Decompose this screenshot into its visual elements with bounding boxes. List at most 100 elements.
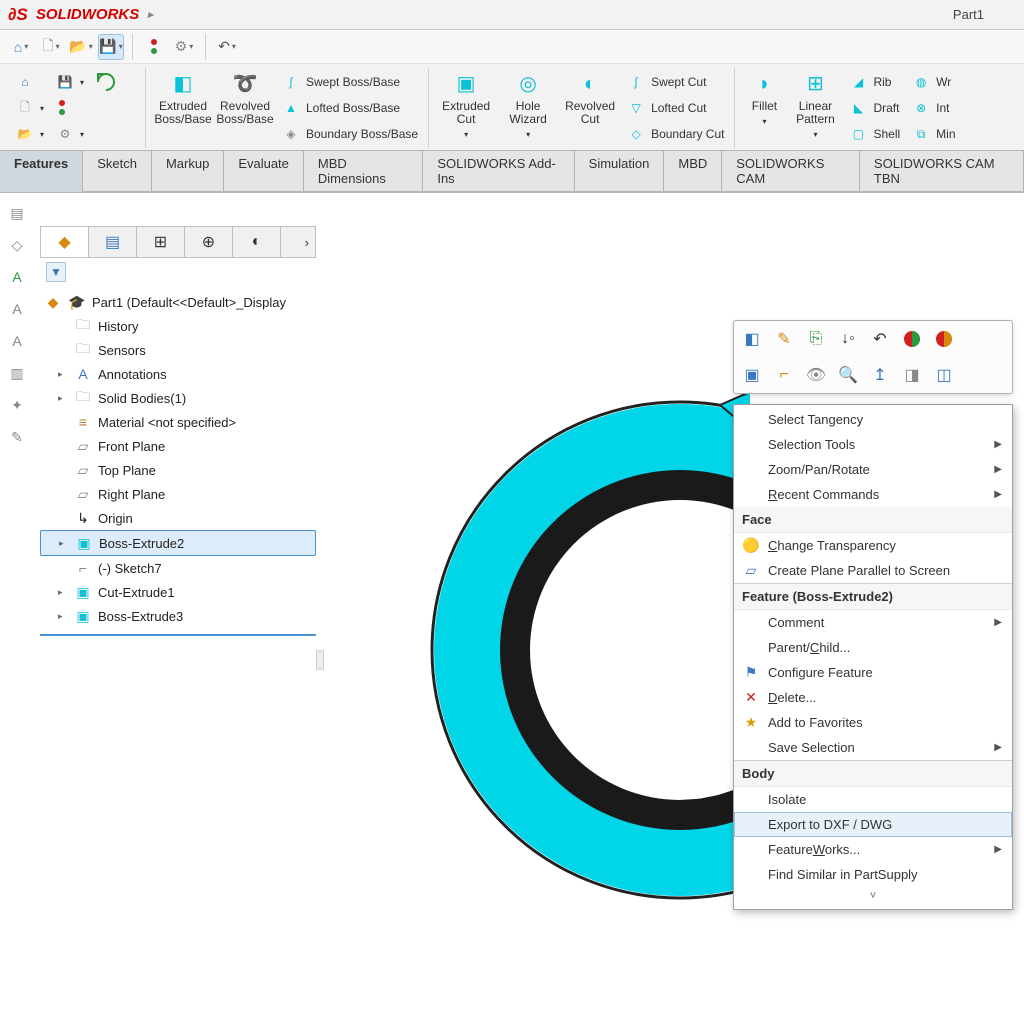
panel-tab-dim[interactable]: ⊕ xyxy=(185,227,233,257)
ctx-recent-commands[interactable]: Recent Commands▶ xyxy=(734,482,1012,507)
ctx-tb-undo-icon[interactable]: ↶ xyxy=(866,325,894,353)
ctx-select-tangency[interactable]: Select Tangency xyxy=(734,407,1012,432)
rebuild-ribbon-button[interactable] xyxy=(52,96,88,120)
ctx-tb-shaded-icon[interactable]: ◨ xyxy=(898,361,926,389)
options-button[interactable]: ⚙ xyxy=(171,34,197,60)
ctx-create-plane-parallel[interactable]: ▱Create Plane Parallel to Screen xyxy=(734,558,1012,583)
ctx-tb-sort-icon[interactable]: ↓◦ xyxy=(834,325,862,353)
ctx-parent-child[interactable]: Parent/Child... xyxy=(734,635,1012,660)
ctx-change-transparency[interactable]: 🟡Change Transparency xyxy=(734,533,1012,558)
open-doc-button[interactable]: 📂 xyxy=(68,34,94,60)
ctx-comment[interactable]: Comment▶ xyxy=(734,610,1012,635)
ctx-tb-annot-copy-icon[interactable]: ⎘ xyxy=(802,325,830,353)
rail-icon-1[interactable]: ▤ xyxy=(6,202,28,224)
ctx-tb-sketch-sel-icon[interactable]: ⌐ xyxy=(770,361,798,389)
tab-addins[interactable]: SOLIDWORKS Add-Ins xyxy=(423,150,574,192)
ctx-tb-appearance-icon[interactable] xyxy=(898,325,926,353)
ctx-save-selection[interactable]: Save Selection▶ xyxy=(734,735,1012,760)
rib-button[interactable]: ◢Rib xyxy=(845,70,904,94)
tab-simulation[interactable]: Simulation xyxy=(575,150,665,192)
tab-cam[interactable]: SOLIDWORKS CAM xyxy=(722,150,860,192)
mirror-button[interactable]: ⧉Min xyxy=(908,122,959,146)
extruded-boss-button[interactable]: ◧Extruded Boss/Base xyxy=(154,68,212,126)
ctx-tb-zoom-icon[interactable]: 🔍 xyxy=(834,361,862,389)
rail-icon-7[interactable]: ✦ xyxy=(6,394,28,416)
fillet-button[interactable]: ◗Fillet▾ xyxy=(743,68,785,128)
ctx-selection-tools[interactable]: Selection Tools▶ xyxy=(734,432,1012,457)
revolved-boss-button[interactable]: ➰Revolved Boss/Base xyxy=(216,68,274,126)
ctx-add-favorites[interactable]: ★Add to Favorites xyxy=(734,710,1012,735)
tree-sensors[interactable]: 🗀Sensors xyxy=(40,338,316,362)
tab-mbd-dimensions[interactable]: MBD Dimensions xyxy=(304,150,423,192)
ctx-featureworks[interactable]: FeatureWorks...▶ xyxy=(734,837,1012,862)
panel-tab-more[interactable]: › xyxy=(281,227,315,257)
ctx-configure-feature[interactable]: ⚑Configure Feature xyxy=(734,660,1012,685)
new-doc-button[interactable]: 🗋 xyxy=(38,34,64,60)
tab-cam-tbm[interactable]: SOLIDWORKS CAM TBN xyxy=(860,150,1024,192)
open-ribbon-button[interactable]: 📂▾ xyxy=(12,122,48,146)
ctx-zoom-pan-rotate[interactable]: Zoom/Pan/Rotate▶ xyxy=(734,457,1012,482)
tree-boss-extrude3[interactable]: ▸▣Boss-Extrude3 xyxy=(40,604,316,628)
ctx-tb-hide-icon[interactable]: 👁 xyxy=(802,361,830,389)
tree-origin[interactable]: ↳Origin xyxy=(40,506,316,530)
splitter-handle[interactable] xyxy=(316,650,324,670)
tree-sketch7[interactable]: ⌐(-) Sketch7 xyxy=(40,556,316,580)
tree-right-plane[interactable]: ▱Right Plane xyxy=(40,482,316,506)
wrap-button[interactable]: ◍Wr xyxy=(908,70,959,94)
intersect-button[interactable]: ⊗Int xyxy=(908,96,959,120)
tab-features[interactable]: Features xyxy=(0,150,83,192)
save-button[interactable]: 💾 xyxy=(98,34,124,60)
panel-tab-property[interactable]: ▤ xyxy=(89,227,137,257)
options-ribbon-button[interactable]: ⚙▾ xyxy=(52,122,88,146)
tree-annotations[interactable]: ▸AAnnotations xyxy=(40,362,316,386)
lofted-boss-button[interactable]: ▲Lofted Boss/Base xyxy=(278,96,422,120)
rail-icon-2[interactable]: ◇ xyxy=(6,234,28,256)
ctx-tb-view-icon[interactable]: ▣ xyxy=(738,361,766,389)
tab-mbd[interactable]: MBD xyxy=(664,150,722,192)
ctx-delete[interactable]: ✕Delete... xyxy=(734,685,1012,710)
rail-icon-3[interactable]: A xyxy=(6,266,28,288)
rebuild-icon[interactable] xyxy=(92,70,120,94)
tree-root[interactable]: ◆🎓 Part1 (Default<<Default>_Display xyxy=(40,290,316,314)
feature-tree[interactable]: ◆🎓 Part1 (Default<<Default>_Display 🗀His… xyxy=(40,290,316,636)
panel-tab-feature-tree[interactable]: ◆ xyxy=(41,227,89,257)
draft-button[interactable]: ◣Draft xyxy=(845,96,904,120)
tab-evaluate[interactable]: Evaluate xyxy=(224,150,304,192)
tree-history[interactable]: 🗀History xyxy=(40,314,316,338)
tree-boss-extrude2[interactable]: ▸▣Boss-Extrude2 xyxy=(40,530,316,556)
panel-tab-display[interactable]: ◐ xyxy=(233,227,281,257)
swept-cut-button[interactable]: ∫Swept Cut xyxy=(623,70,728,94)
ctx-tb-box-icon[interactable]: ◫ xyxy=(930,361,958,389)
swept-boss-button[interactable]: ∫Swept Boss/Base xyxy=(278,70,422,94)
tree-solid-bodies[interactable]: ▸🗀Solid Bodies(1) xyxy=(40,386,316,410)
extruded-cut-button[interactable]: ▣Extruded Cut▾ xyxy=(437,68,495,141)
ctx-tb-annot-edit-icon[interactable]: ✎ xyxy=(770,325,798,353)
boundary-boss-button[interactable]: ◈Boundary Boss/Base xyxy=(278,122,422,146)
tree-front-plane[interactable]: ▱Front Plane xyxy=(40,434,316,458)
tab-markup[interactable]: Markup xyxy=(152,150,224,192)
linear-pattern-button[interactable]: ⊞Linear Pattern▾ xyxy=(789,68,841,141)
new-ribbon-button[interactable]: 🗋▾ xyxy=(12,96,48,120)
shell-button[interactable]: ▢Shell xyxy=(845,122,904,146)
revolved-cut-button[interactable]: ◐Revolved Cut xyxy=(561,68,619,126)
rail-icon-8[interactable]: ✎ xyxy=(6,426,28,448)
save-ribbon-button[interactable]: 💾▾ xyxy=(52,70,88,94)
home-ribbon-button[interactable]: ⌂ xyxy=(12,70,48,94)
rail-icon-5[interactable]: A xyxy=(6,330,28,352)
rail-icon-4[interactable]: A xyxy=(6,298,28,320)
filter-button[interactable]: ▼ xyxy=(46,262,66,282)
hole-wizard-button[interactable]: ◎Hole Wizard▾ xyxy=(499,68,557,141)
rail-icon-6[interactable]: ▥ xyxy=(6,362,28,384)
tree-material[interactable]: ≡Material <not specified> xyxy=(40,410,316,434)
tab-sketch[interactable]: Sketch xyxy=(83,150,152,192)
undo-button[interactable]: ↶ xyxy=(214,34,240,60)
ctx-find-similar[interactable]: Find Similar in PartSupply xyxy=(734,862,1012,887)
ctx-expand-icon[interactable]: ˅ xyxy=(734,887,1012,905)
lofted-cut-button[interactable]: ▽Lofted Cut xyxy=(623,96,728,120)
tree-top-plane[interactable]: ▱Top Plane xyxy=(40,458,316,482)
ctx-export-dxf-dwg[interactable]: Export to DXF / DWG xyxy=(734,812,1012,837)
ctx-isolate[interactable]: Isolate xyxy=(734,787,1012,812)
ctx-tb-appearance2-icon[interactable] xyxy=(930,325,958,353)
rebuild-light-button[interactable] xyxy=(141,34,167,60)
ctx-tb-select-cube-icon[interactable]: ◧ xyxy=(738,325,766,353)
